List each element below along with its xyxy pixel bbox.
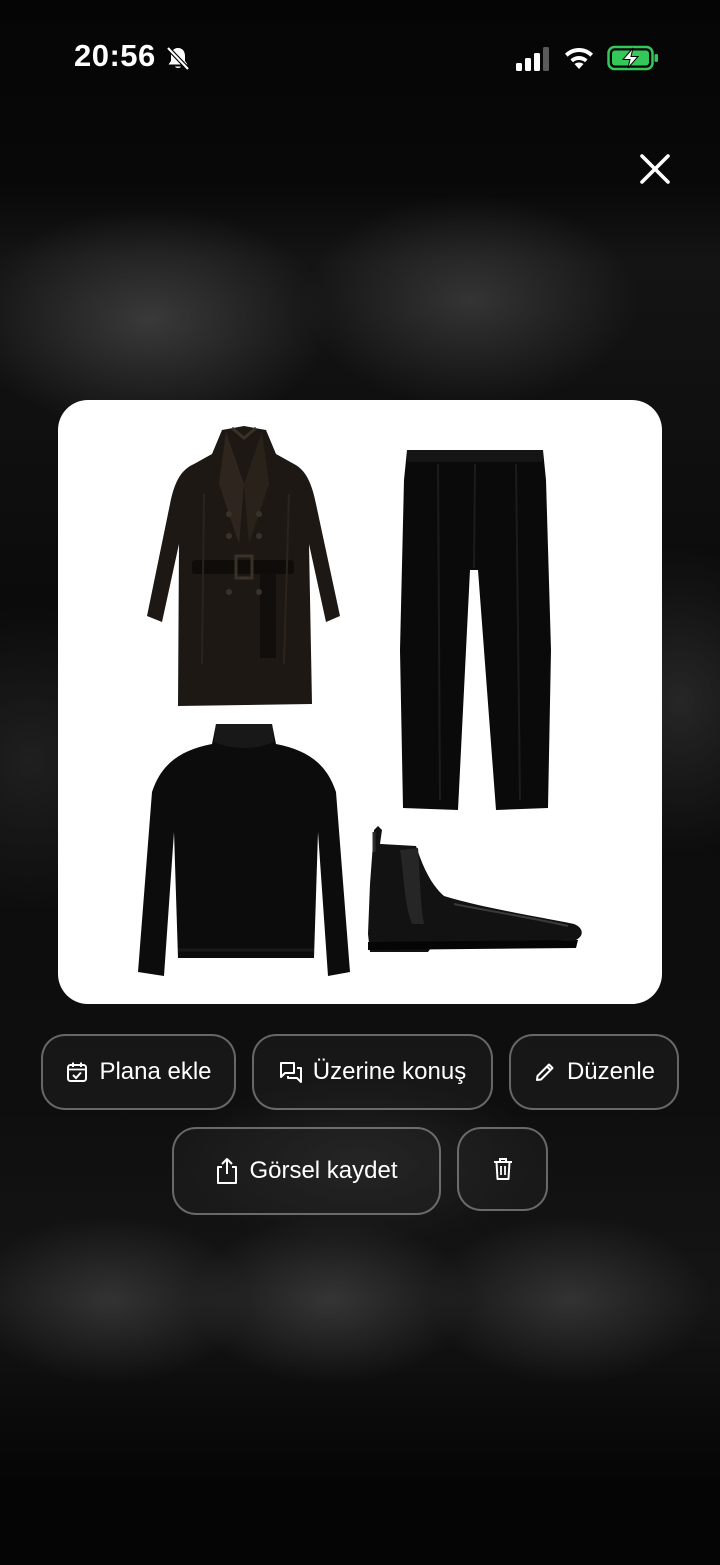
delete-button[interactable]: [457, 1127, 548, 1211]
bell-slash-icon: [166, 46, 190, 71]
close-icon: [640, 154, 670, 184]
calendar-check-icon: [65, 1060, 89, 1084]
signal-icon: [516, 47, 549, 71]
trash-icon: [491, 1157, 515, 1181]
trench-coat-image: [147, 426, 340, 706]
save-image-button[interactable]: Görsel kaydet: [172, 1127, 441, 1215]
status-bar: 20:56: [0, 0, 720, 110]
pencil-icon: [533, 1060, 557, 1084]
edit-button[interactable]: Düzenle: [509, 1034, 679, 1110]
save-image-label: Görsel kaydet: [249, 1157, 398, 1184]
outfit-image-card: [58, 400, 662, 1004]
talk-about-button[interactable]: Üzerine konuş: [252, 1034, 493, 1110]
talk-about-label: Üzerine konuş: [312, 1058, 467, 1085]
battery-charging-icon: [607, 45, 658, 71]
boot-image: [368, 826, 582, 952]
add-to-plan-label: Plana ekle: [99, 1058, 212, 1085]
share-icon: [215, 1158, 239, 1184]
chat-bubbles-icon: [279, 1060, 303, 1084]
trousers-image: [400, 450, 551, 810]
outfit-preview-screen: 20:56 Plana ekle Üzerine konuş Düzenle G…: [0, 0, 720, 1565]
add-to-plan-button[interactable]: Plana ekle: [41, 1034, 236, 1110]
status-time: 20:56: [74, 38, 156, 73]
sweater-image: [138, 724, 350, 976]
wifi-icon: [565, 48, 593, 69]
edit-label: Düzenle: [566, 1058, 656, 1085]
close-button[interactable]: [632, 146, 678, 192]
